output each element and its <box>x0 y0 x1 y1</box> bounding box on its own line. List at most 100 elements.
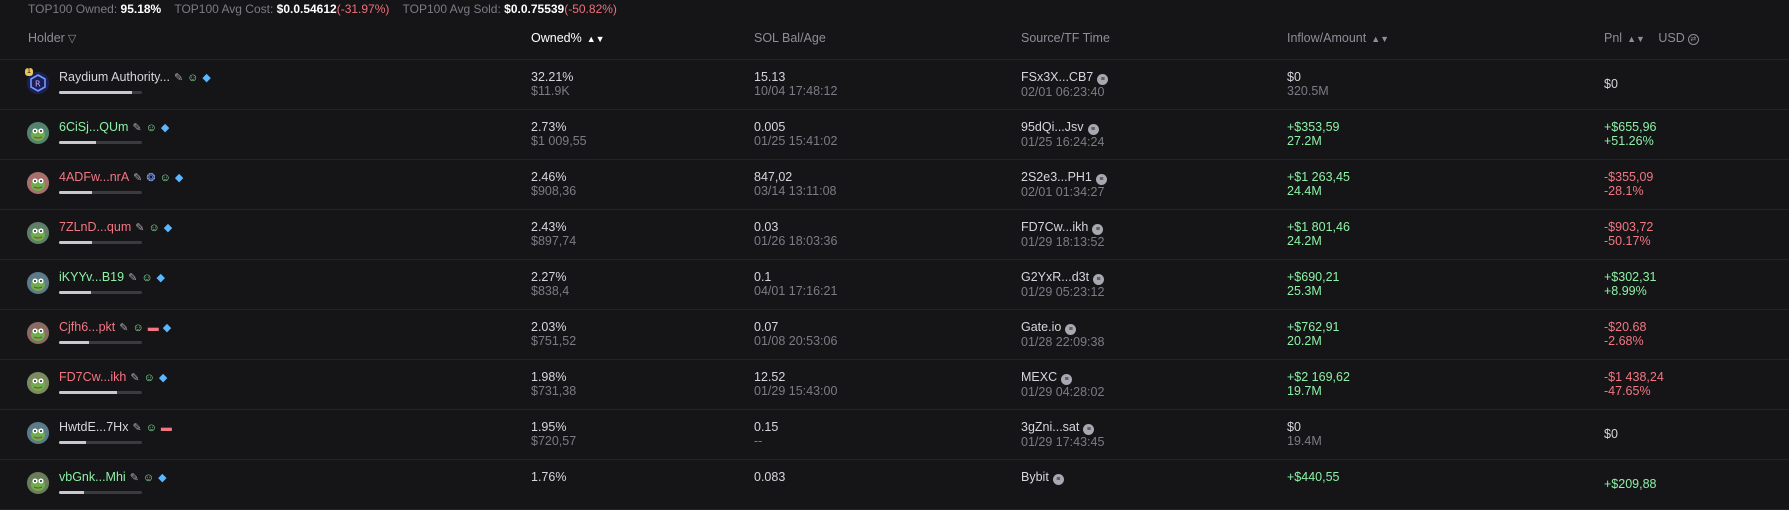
holder-address[interactable]: FD7Cw...ikh <box>59 370 126 384</box>
holder-cell[interactable]: 4ADFw...nrA ✎ ❂ ☺ ◆ <box>59 170 183 185</box>
diamond-icon: ◆ <box>160 122 170 134</box>
table-row[interactable]: 7ZLnD...qum ✎ ☺ ◆ 2.43% $897,74 0.03 01/26 … <box>0 210 1789 260</box>
source-cell[interactable]: MEXC ≡ 01/29 04:28:02 <box>1021 370 1104 399</box>
source-address[interactable]: MEXC <box>1021 370 1057 384</box>
sol-bal-cell: 0.03 01/26 18:03:36 <box>754 220 837 248</box>
avatar[interactable] <box>27 272 49 294</box>
owned-cell: 2.46% $908,36 <box>531 170 576 198</box>
column-pnl[interactable]: Pnl ▲▼ USD ⇄ <box>1604 31 1699 45</box>
pnl-value: -$903,72 <box>1604 220 1654 234</box>
holder-address[interactable]: 6CiSj...QUm <box>59 120 128 134</box>
source-address[interactable]: Gate.io <box>1021 320 1061 334</box>
avatar[interactable] <box>27 472 49 494</box>
holder-cell[interactable]: HwtdE...7Hx ✎ ☺ ▬ <box>59 420 172 435</box>
filter-icon[interactable]: ▽ <box>68 33 76 45</box>
source-address[interactable]: G2YxR...d3t <box>1021 270 1089 284</box>
source-address[interactable]: FSx3X...CB7 <box>1021 70 1093 84</box>
person-icon: ☺ <box>159 172 171 184</box>
avatar[interactable] <box>27 322 49 344</box>
source-address[interactable]: Bybit <box>1021 470 1049 484</box>
holder-cell[interactable]: vbGnk...Mhi ✎ ☺ ◆ <box>59 470 167 485</box>
source-address[interactable]: 3gZni...sat <box>1021 420 1079 434</box>
source-address[interactable]: 95dQi...Jsv <box>1021 120 1084 134</box>
holder-cell[interactable]: Raydium Authority... ✎ ☺ ◆ <box>59 70 211 85</box>
source-cell[interactable]: Gate.io ≡ 01/28 22:09:38 <box>1021 320 1104 349</box>
source-address[interactable]: 2S2e3...PH1 <box>1021 170 1092 184</box>
holding-progress-bar <box>59 91 142 94</box>
pen-icon: ✎ <box>129 472 139 484</box>
table-row[interactable]: R1 Raydium Authority... ✎ ☺ ◆ 32.21% $11.9K… <box>0 60 1789 110</box>
holder-cell[interactable]: Cjfh6...pkt ✎ ☺ ▬ ◆ <box>59 320 171 335</box>
sol-balance: 0.005 <box>754 120 786 134</box>
holder-cell[interactable]: 6CiSj...QUm ✎ ☺ ◆ <box>59 120 169 135</box>
sort-icon[interactable]: ▲▼ <box>1371 34 1389 44</box>
table-row[interactable]: 6CiSj...QUm ✎ ☺ ◆ 2.73% $1 009,55 0.005 01/… <box>0 110 1789 160</box>
table-row[interactable]: 4ADFw...nrA ✎ ❂ ☺ ◆ 2.46% $908,36 847,02 03/… <box>0 160 1789 210</box>
pnl-value: -$20.68 <box>1604 320 1647 334</box>
table-row[interactable]: HwtdE...7Hx ✎ ☺ ▬ 1.95% $720,57 0.15 -- 3gZ… <box>0 410 1789 460</box>
frog-avatar-icon <box>27 122 49 144</box>
holder-cell[interactable]: FD7Cw...ikh ✎ ☺ ◆ <box>59 370 167 385</box>
holder-address[interactable]: 4ADFw...nrA <box>59 170 129 184</box>
table-row[interactable]: vbGnk...Mhi ✎ ☺ ◆ 1.76% 0.083 Bybit ≡ +$440,… <box>0 460 1789 510</box>
avatar[interactable] <box>27 172 49 194</box>
inflow-value: $0 <box>1287 420 1301 434</box>
frog-avatar-icon <box>27 272 49 294</box>
exchange-icon: ≡ <box>1097 74 1109 85</box>
diamond-icon: ◆ <box>174 172 184 184</box>
source-address[interactable]: FD7Cw...ikh <box>1021 220 1088 234</box>
sol-balance: 12.52 <box>754 370 786 384</box>
avatar[interactable] <box>27 372 49 394</box>
column-holder[interactable]: Holder ▽ <box>28 31 76 45</box>
column-source-label: Source/TF Time <box>1021 31 1110 45</box>
sort-icon[interactable]: ▲▼ <box>587 34 605 44</box>
usd-toggle[interactable]: USD ⇄ <box>1658 31 1699 45</box>
column-sol-bal-label: SOL Bal/Age <box>754 31 826 45</box>
table-row[interactable]: iKYYv...B19 ✎ ☺ ◆ 2.27% $838,4 0.1 04/01 17… <box>0 260 1789 310</box>
column-inflow[interactable]: Inflow/Amount ▲▼ <box>1287 31 1389 45</box>
pnl-percent: -28.1% <box>1604 184 1644 198</box>
holder-address[interactable]: Raydium Authority... <box>59 70 170 84</box>
source-cell[interactable]: 95dQi...Jsv ≡ 01/25 16:24:24 <box>1021 120 1104 149</box>
source-time: 01/25 16:24:24 <box>1021 135 1105 149</box>
table-row[interactable]: FD7Cw...ikh ✎ ☺ ◆ 1.98% $731,38 12.52 01/29… <box>0 360 1789 410</box>
holder-address[interactable]: 7ZLnD...qum <box>59 220 131 234</box>
owned-pct: 1.95% <box>531 420 567 434</box>
pen-icon: ✎ <box>130 372 140 384</box>
source-cell[interactable]: G2YxR...d3t ≡ 01/29 05:23:12 <box>1021 270 1104 299</box>
column-owned-label: Owned% <box>531 31 582 45</box>
avatar[interactable] <box>27 422 49 444</box>
source-cell[interactable]: FD7Cw...ikh ≡ 01/29 18:13:52 <box>1021 220 1104 249</box>
inflow-cell: $0 19.4M <box>1287 420 1322 448</box>
pen-icon: ✎ <box>173 72 184 84</box>
table-row[interactable]: Cjfh6...pkt ✎ ☺ ▬ ◆ 2.03% $751,52 0.07 01/08… <box>0 310 1789 360</box>
sol-balance: 0.15 <box>754 420 779 434</box>
inflow-cell: +$1 263,45 24.4M <box>1287 170 1350 198</box>
sol-age: 01/26 18:03:36 <box>754 234 838 248</box>
sol-balance: 15.13 <box>754 70 786 84</box>
avatar[interactable] <box>27 122 49 144</box>
holder-address[interactable]: vbGnk...Mhi <box>59 470 126 484</box>
holder-cell[interactable]: iKYYv...B19 ✎ ☺ ◆ <box>59 270 165 285</box>
sort-icon[interactable]: ▲▼ <box>1627 34 1645 44</box>
source-cell[interactable]: 2S2e3...PH1 ≡ 02/01 01:34:27 <box>1021 170 1107 199</box>
source-cell[interactable]: FSx3X...CB7 ≡ 02/01 06:23:40 <box>1021 70 1109 99</box>
exchange-icon: ≡ <box>1052 474 1064 485</box>
inflow-cell: $0 320.5M <box>1287 70 1329 98</box>
avatar[interactable] <box>27 222 49 244</box>
amount-value: 19.7M <box>1287 384 1322 398</box>
owned-cell: 1.98% $731,38 <box>531 370 576 398</box>
holder-address[interactable]: HwtdE...7Hx <box>59 420 128 434</box>
inflow-value: +$353,59 <box>1287 120 1340 134</box>
source-cell[interactable]: 3gZni...sat ≡ 01/29 17:43:45 <box>1021 420 1104 449</box>
source-cell[interactable]: Bybit ≡ <box>1021 470 1064 485</box>
holder-address[interactable]: iKYYv...B19 <box>59 270 124 284</box>
avatar[interactable]: R1 <box>25 68 49 94</box>
owned-pct: 32.21% <box>531 70 574 84</box>
source-time: 02/01 06:23:40 <box>1021 85 1105 99</box>
summary-owned-value: 95.18% <box>120 2 162 16</box>
column-owned[interactable]: Owned% ▲▼ <box>531 31 605 45</box>
holder-cell[interactable]: 7ZLnD...qum ✎ ☺ ◆ <box>59 220 172 235</box>
holding-progress-fill <box>59 191 93 194</box>
holder-address[interactable]: Cjfh6...pkt <box>59 320 115 334</box>
